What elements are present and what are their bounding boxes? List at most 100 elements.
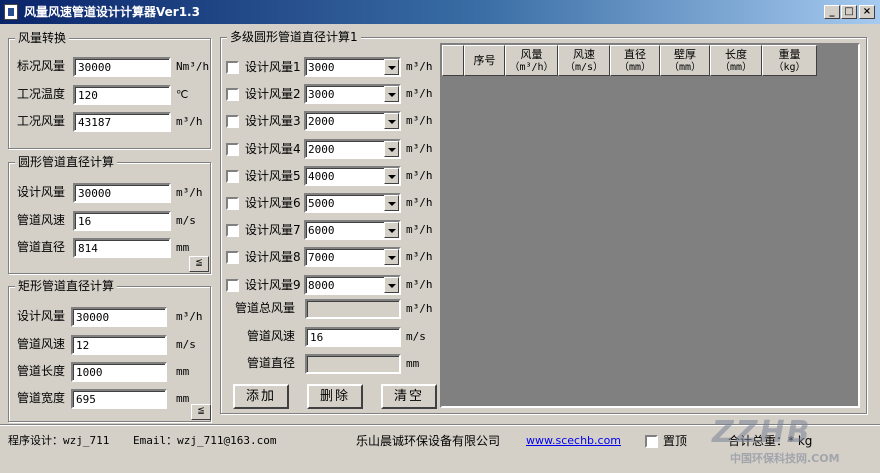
total-flow-input (305, 299, 401, 319)
clear-button[interactable]: 清空 (381, 384, 437, 409)
design-flow-label: 设计风量6 (245, 196, 301, 210)
grid-column-header[interactable]: 壁厚 （mm） (660, 45, 710, 76)
results-grid[interactable]: 序号 风量 （m³/h） 风速 （m/s） 直径 （mm） 壁厚 （mm） 长度 （mm） 重量 （kg… (440, 43, 860, 408)
close-button[interactable]: × (859, 5, 875, 19)
rect-length-input[interactable]: 1000 (71, 362, 167, 382)
dropdown-arrow-icon[interactable] (384, 141, 399, 157)
total-flow-label: 管道总风量 (235, 301, 296, 315)
design-flow-select[interactable]: 8000 (304, 275, 401, 295)
design-flow-select[interactable]: 3000 (304, 84, 401, 104)
dropdown-arrow-icon[interactable] (384, 86, 399, 102)
column-title: 重量 (778, 48, 801, 61)
group-title: 风量转换 (15, 30, 70, 46)
standard-flow-label: 标况风量 (17, 59, 66, 73)
round-velocity-label: 管道风速 (17, 213, 66, 227)
design-flow-checkbox[interactable] (226, 197, 239, 210)
design-flow-checkbox[interactable] (226, 115, 239, 128)
working-flow-label: 工况风量 (17, 114, 66, 128)
design-flow-select[interactable]: 2000 (304, 111, 401, 131)
column-unit: （m³/h） (509, 62, 554, 73)
rect-velocity-label: 管道风速 (17, 337, 66, 351)
round-design-flow-unit: m³/h (176, 186, 203, 199)
round-design-flow-input[interactable]: 30000 (73, 183, 171, 203)
multi-velocity-input[interactable]: 16 (305, 327, 401, 347)
window-title: 风量风速管道设计计算器Ver1.3 (24, 5, 200, 19)
topmost-checkbox[interactable] (645, 435, 658, 448)
design-flow-checkbox[interactable] (226, 251, 239, 264)
design-flow-unit: m³/h (406, 87, 433, 100)
design-flow-select[interactable]: 3000 (304, 57, 401, 77)
design-flow-checkbox[interactable] (226, 279, 239, 292)
dropdown-arrow-icon[interactable] (384, 168, 399, 184)
design-flow-label: 设计风量9 (245, 278, 301, 292)
design-flow-value: 4000 (308, 170, 335, 183)
design-flow-checkbox[interactable] (226, 170, 239, 183)
grid-column-header[interactable]: 序号 (464, 45, 505, 76)
design-flow-value: 2000 (308, 143, 335, 156)
watermark-text: 中国环保科技网.COM (730, 452, 840, 465)
round-diameter-input[interactable]: 814 (73, 238, 171, 258)
grid-column-header[interactable]: 直径 （mm） (610, 45, 660, 76)
round-design-flow-label: 设计风量 (17, 185, 66, 199)
rect-design-flow-input[interactable]: 30000 (71, 307, 167, 327)
website-link[interactable]: www.scechb.com (526, 434, 621, 448)
design-flow-label: 设计风量8 (245, 250, 301, 264)
maximize-button[interactable]: □ (841, 5, 857, 19)
company-label: 乐山晨诚环保设备有限公司 (356, 434, 501, 448)
add-button[interactable]: 添加 (233, 384, 289, 409)
design-flow-checkbox[interactable] (226, 88, 239, 101)
design-flow-select[interactable]: 5000 (304, 193, 401, 213)
round-velocity-unit: m/s (176, 214, 196, 227)
rect-width-input[interactable]: 695 (71, 389, 167, 409)
multi-diameter-label: 管道直径 (247, 356, 296, 370)
working-flow-input[interactable]: 43187 (73, 112, 171, 132)
design-flow-label: 设计风量7 (245, 223, 301, 237)
rect-design-flow-label: 设计风量 (17, 309, 66, 323)
rect-calc-button[interactable]: ≦ (191, 404, 211, 420)
design-flow-checkbox[interactable] (226, 224, 239, 237)
design-flow-value: 6000 (308, 224, 335, 237)
design-flow-label: 设计风量1 (245, 60, 301, 74)
round-diameter-label: 管道直径 (17, 240, 66, 254)
dropdown-arrow-icon[interactable] (384, 222, 399, 238)
minimize-button[interactable]: _ (824, 5, 840, 19)
title-bar: 风量风速管道设计计算器Ver1.3 _ □ × (0, 0, 880, 24)
rect-velocity-input[interactable]: 12 (71, 335, 167, 355)
group-title: 多级圆形管道直径计算1 (227, 29, 361, 45)
standard-flow-input[interactable]: 30000 (73, 57, 171, 77)
grid-column-header[interactable]: 重量 （kg） (762, 45, 817, 76)
temperature-input[interactable]: 120 (73, 85, 171, 105)
site-watermark: ZZHB 中国环保科技网.COM (706, 415, 876, 467)
multi-velocity-label: 管道风速 (247, 329, 296, 343)
column-title: 风量 (520, 48, 543, 61)
group-title: 矩形管道直径计算 (15, 278, 118, 294)
design-flow-select[interactable]: 2000 (304, 139, 401, 159)
design-flow-unit: m³/h (406, 278, 433, 291)
round-calc-button[interactable]: ≦ (189, 256, 209, 272)
dropdown-arrow-icon[interactable] (384, 249, 399, 265)
design-flow-value: 3000 (308, 88, 335, 101)
rect-length-unit: mm (176, 365, 190, 378)
dropdown-arrow-icon[interactable] (384, 59, 399, 75)
rect-width-unit: mm (176, 392, 190, 405)
grid-column-header[interactable]: 长度 （mm） (710, 45, 762, 76)
round-velocity-input[interactable]: 16 (73, 211, 171, 231)
multi-diameter-unit: mm (406, 357, 420, 370)
design-flow-select[interactable]: 4000 (304, 166, 401, 186)
grid-column-header[interactable]: 风量 （m³/h） (505, 45, 558, 76)
dropdown-arrow-icon[interactable] (384, 113, 399, 129)
working-flow-unit: m³/h (176, 115, 203, 128)
dropdown-arrow-icon[interactable] (384, 195, 399, 211)
design-flow-select[interactable]: 7000 (304, 247, 401, 267)
grid-column-header[interactable]: 风速 （m/s） (558, 45, 610, 76)
column-unit: （kg） (773, 62, 806, 73)
dropdown-arrow-icon[interactable] (384, 277, 399, 293)
grid-column-header[interactable] (442, 45, 464, 76)
design-flow-unit: m³/h (406, 142, 433, 155)
design-flow-checkbox[interactable] (226, 61, 239, 74)
delete-button[interactable]: 删除 (307, 384, 363, 409)
column-unit: （mm） (668, 62, 702, 73)
design-flow-unit: m³/h (406, 250, 433, 263)
design-flow-checkbox[interactable] (226, 143, 239, 156)
design-flow-select[interactable]: 6000 (304, 220, 401, 240)
